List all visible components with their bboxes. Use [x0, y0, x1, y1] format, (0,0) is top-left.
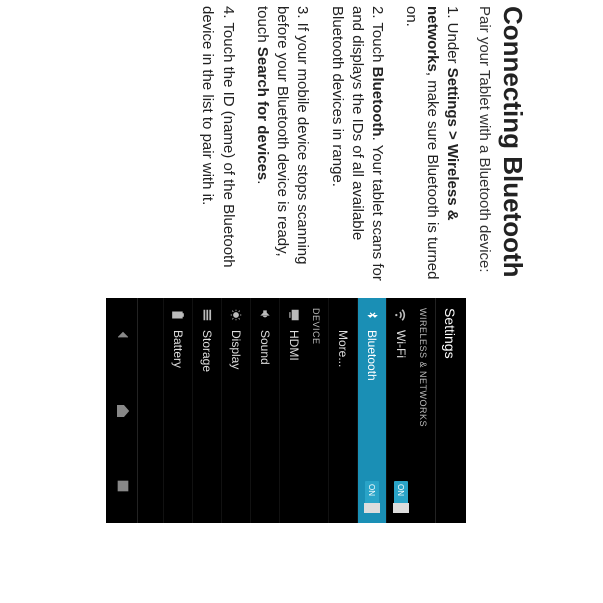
- row-display[interactable]: Display: [221, 298, 250, 523]
- settings-title: Settings: [435, 298, 466, 523]
- battery-label: Battery: [171, 330, 185, 513]
- page-subtitle: Pair your Tablet with a Bluetooth device…: [466, 0, 495, 529]
- storage-icon: [200, 308, 214, 322]
- hdmi-label: HDMI: [287, 330, 301, 513]
- group-wireless: WIRELESS & NETWORKS: [415, 298, 435, 523]
- step-1: 1. Under Settings > Wireless & networks,…: [401, 6, 462, 288]
- bluetooth-icon: [365, 308, 379, 322]
- more-label: More...: [336, 330, 350, 513]
- sound-icon: [258, 308, 272, 322]
- instruction-column: 1. Under Settings > Wireless & networks,…: [0, 6, 466, 288]
- wifi-toggle[interactable]: ON: [394, 481, 408, 513]
- wifi-icon: [394, 308, 408, 322]
- row-wifi[interactable]: Wi-Fi ON: [386, 298, 415, 523]
- step-3-post: .: [254, 180, 271, 184]
- nav-home-icon[interactable]: [112, 403, 131, 419]
- step-1-pre: 1. Under: [444, 6, 461, 68]
- nav-back-icon[interactable]: [112, 328, 131, 344]
- step-4: 4. Touch the ID (name) of the Bluetooth …: [197, 6, 238, 288]
- sound-label: Sound: [258, 330, 272, 513]
- row-bluetooth[interactable]: Bluetooth ON: [357, 298, 386, 523]
- step-3-bold: Search for devices: [254, 47, 271, 180]
- battery-icon: [171, 308, 185, 322]
- more-spacer: [336, 308, 350, 322]
- group-device: DEVICE: [308, 298, 328, 523]
- row-more[interactable]: More...: [328, 298, 357, 523]
- row-sound[interactable]: Sound: [250, 298, 279, 523]
- bluetooth-label: Bluetooth: [365, 330, 379, 473]
- bluetooth-toggle[interactable]: ON: [365, 481, 379, 513]
- page-title: Connecting Bluetooth: [495, 0, 528, 529]
- storage-label: Storage: [200, 330, 214, 513]
- display-icon: [229, 308, 243, 322]
- display-label: Display: [229, 330, 243, 513]
- step-2-pre: 2. Touch: [369, 6, 386, 67]
- row-hdmi[interactable]: HDMI: [279, 298, 308, 523]
- step-3: 3. If your mobile device stops scanning …: [252, 6, 313, 288]
- device-screenshot: Settings WIRELESS & NETWORKS Wi-Fi ON Bl…: [106, 298, 466, 523]
- row-battery[interactable]: Battery: [163, 298, 192, 523]
- step-2: 2. Touch Bluetooth. Your tablet scans fo…: [327, 6, 388, 288]
- row-storage[interactable]: Storage: [192, 298, 221, 523]
- nav-recent-icon[interactable]: [112, 478, 131, 494]
- hdmi-icon: [287, 308, 301, 322]
- android-navbar: [106, 298, 138, 523]
- wifi-label: Wi-Fi: [394, 330, 408, 473]
- step-2-bold: Bluetooth: [369, 67, 386, 137]
